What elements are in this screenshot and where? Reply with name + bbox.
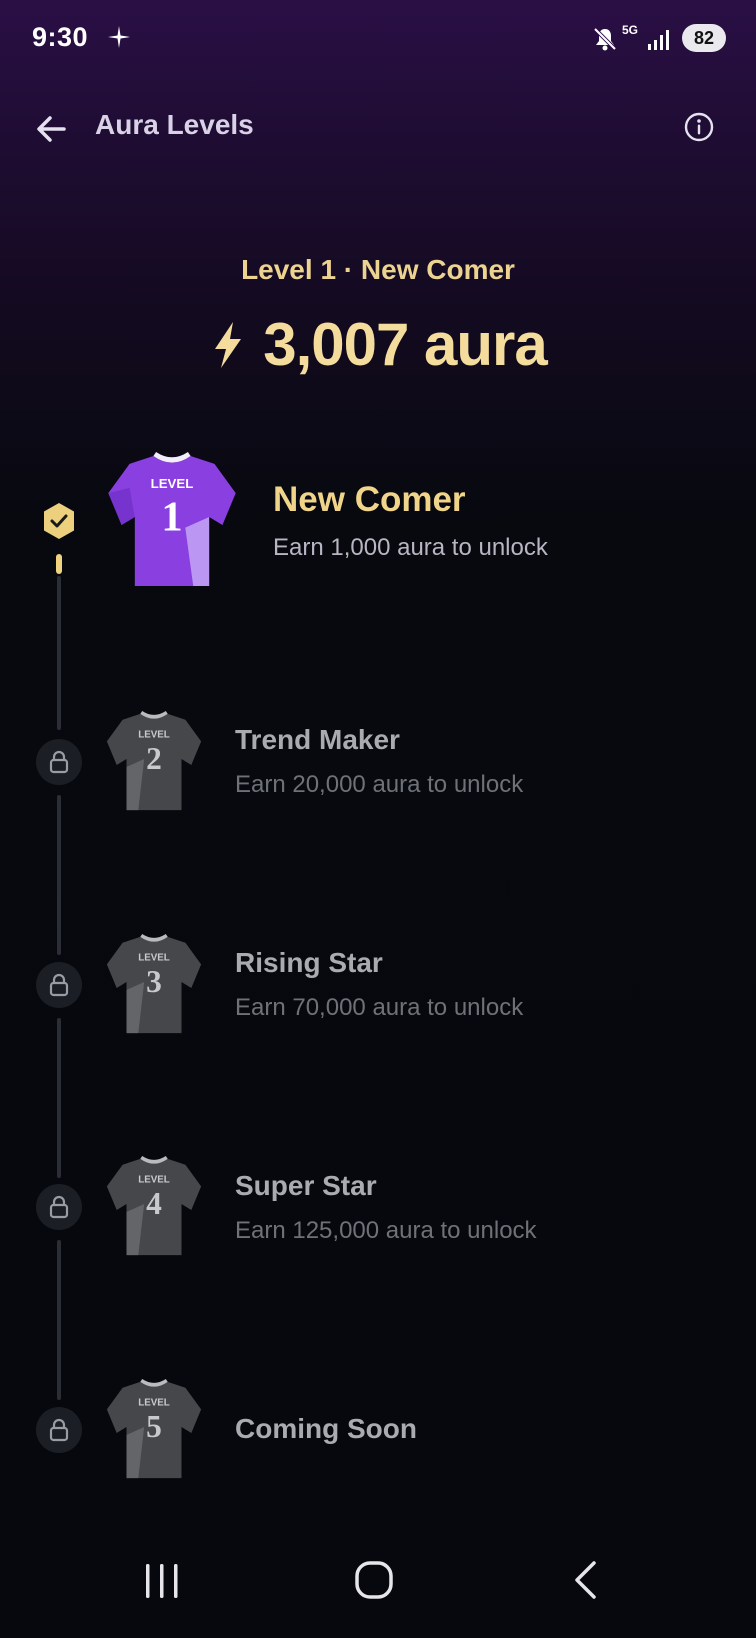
timeline-segment xyxy=(57,1240,61,1400)
back-icon[interactable] xyxy=(570,1560,600,1600)
arrow-left-icon[interactable] xyxy=(34,109,74,149)
level-title: Rising Star xyxy=(235,947,383,978)
jersey-level-4-icon: LEVEL 4 xyxy=(106,1155,202,1256)
lock-icon xyxy=(49,1195,69,1219)
lock-node xyxy=(36,962,82,1008)
jersey-number: 2 xyxy=(146,741,162,776)
lock-icon xyxy=(49,1418,69,1442)
page-title: Aura Levels xyxy=(95,109,254,140)
lock-node xyxy=(36,1184,82,1230)
status-bar: 9:30 5G 82 xyxy=(0,0,756,80)
level-subtitle: Earn 125,000 aura to unlock xyxy=(235,1217,537,1244)
network-type: 5G xyxy=(622,23,639,37)
spark-icon xyxy=(108,26,130,48)
lock-node xyxy=(36,1407,82,1453)
aura-total-value: 3,007 aura xyxy=(263,311,548,378)
timeline-progress xyxy=(56,554,62,574)
jersey-label: LEVEL xyxy=(151,476,194,491)
lightning-bolt-icon xyxy=(215,321,242,368)
battery-icon: 82 xyxy=(682,24,726,52)
jersey-number: 1 xyxy=(161,493,182,540)
level-title: New Comer xyxy=(273,480,466,519)
timeline-segment xyxy=(57,1018,61,1178)
timeline-segment xyxy=(57,576,61,730)
jersey-number: 3 xyxy=(146,964,162,999)
jersey-label: LEVEL xyxy=(138,729,170,740)
signal-icon xyxy=(648,30,669,50)
timeline-segment xyxy=(57,795,61,955)
system-nav-bar xyxy=(0,1540,756,1638)
mute-icon xyxy=(593,27,617,51)
header: Aura Levels xyxy=(0,95,756,161)
check-badge-icon xyxy=(44,503,74,539)
level-subtitle: Earn 1,000 aura to unlock xyxy=(273,534,548,561)
jersey-label: LEVEL xyxy=(138,1174,170,1185)
info-icon[interactable] xyxy=(683,111,715,143)
status-time: 9:30 xyxy=(32,22,89,52)
jersey-number: 4 xyxy=(146,1186,162,1221)
jersey-label: LEVEL xyxy=(138,1397,170,1408)
current-level-caption: Level 1 · New Comer xyxy=(241,254,515,285)
home-icon[interactable] xyxy=(354,1560,394,1600)
jersey-number: 5 xyxy=(146,1409,162,1444)
recents-icon[interactable] xyxy=(142,1562,182,1600)
level-subtitle: Earn 70,000 aura to unlock xyxy=(235,994,524,1021)
lock-icon xyxy=(49,973,69,997)
level-title: Super Star xyxy=(235,1170,377,1201)
lock-icon xyxy=(49,750,69,774)
jersey-level-1-icon: LEVEL 1 xyxy=(108,451,236,587)
jersey-level-2-icon: LEVEL 2 xyxy=(106,710,202,811)
level-title: Trend Maker xyxy=(235,724,400,755)
level-title: Coming Soon xyxy=(235,1413,417,1444)
jersey-label: LEVEL xyxy=(138,952,170,963)
jersey-level-3-icon: LEVEL 3 xyxy=(106,933,202,1034)
lock-node xyxy=(36,739,82,785)
aura-total: 3,007 aura xyxy=(0,310,756,379)
jersey-level-5-icon: LEVEL 5 xyxy=(106,1378,202,1479)
level-subtitle: Earn 20,000 aura to unlock xyxy=(235,771,524,798)
